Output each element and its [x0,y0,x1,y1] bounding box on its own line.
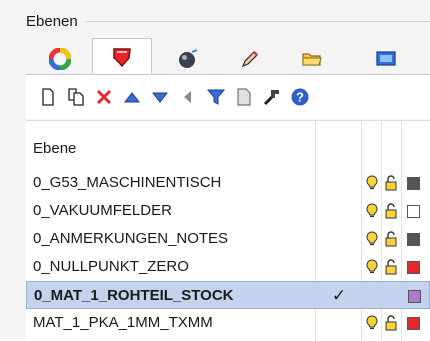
pencil-icon [241,51,258,68]
back-icon [184,91,191,103]
layer-name: 0_NULLPUNKT_ZERO [33,258,189,275]
visibility-toggle[interactable] [362,169,382,197]
filter-button[interactable] [202,83,230,111]
lightbulb-icon [366,203,378,218]
layer-color-cell[interactable] [402,197,424,225]
layer-color-cell[interactable] [402,253,424,281]
layer-row[interactable]: 0_ANMERKUNGEN_NOTES [26,225,430,253]
tab-sketch[interactable] [220,44,280,74]
delete-icon [96,89,112,105]
checkmark-icon: ✓ [331,286,347,305]
back-button[interactable] [174,83,202,111]
display-icon [376,51,396,66]
unlocked-icon [385,231,397,247]
move-down-icon [151,92,169,103]
group-line [85,20,430,22]
unlocked-icon [385,175,397,191]
move-down-button[interactable] [146,83,174,111]
move-up-button[interactable] [118,83,146,111]
material-sphere-icon [179,49,198,68]
tab-layers[interactable] [92,38,152,74]
current-layer-check[interactable]: ✓ [317,282,361,310]
layer-color-cell[interactable] [402,225,424,253]
move-up-icon [123,92,141,103]
lock-toggle[interactable] [382,197,402,225]
lock-toggle[interactable] [382,169,402,197]
color-wheel-icon [49,48,71,70]
layer-row[interactable]: MAT_1_PKA_1MM_TXMM [26,309,430,337]
help-button[interactable]: ? [286,83,314,111]
layer-color-cell[interactable] [402,309,424,337]
layer-toolbar: ? [26,75,430,119]
properties-icon [237,88,251,106]
color-swatch [406,176,420,190]
layer-row[interactable]: 0_G53_MASCHINENTISCH [26,169,430,197]
lock-toggle[interactable] [382,309,402,337]
tab-materials[interactable] [158,44,218,74]
lightbulb-icon [366,175,378,190]
tools-icon [263,90,279,106]
tab-files[interactable] [282,44,342,74]
visibility-toggle[interactable] [362,253,382,281]
copy-layer-icon [68,88,84,106]
panel-title: Ebenen [26,12,86,30]
column-header-label: Ebene [33,139,77,157]
lightbulb-icon [366,231,378,246]
lightbulb-icon [366,259,378,274]
layer-name: MAT_1_PKA_1MM_TXMM [33,314,213,331]
new-layer-icon [42,88,54,106]
color-swatch [406,204,420,218]
visibility-toggle[interactable] [362,197,382,225]
layer-row[interactable]: 0_MAT_1_ROHTEIL_STOCK ✓ [26,281,430,309]
delete-layer-button[interactable] [90,83,118,111]
folder-icon [302,53,322,66]
filter-icon [206,89,226,105]
layer-name: 0_ANMERKUNGEN_NOTES [33,230,229,247]
tab-display[interactable] [356,44,416,74]
unlocked-icon [385,203,397,219]
tab-colors[interactable] [30,44,90,74]
layer-name: 0_MAT_1_ROHTEIL_STOCK [34,287,234,304]
color-swatch [407,289,421,303]
visibility-toggle[interactable] [362,225,382,253]
layer-list: Ebene 0_G53_MASCHINENTISCH 0_VAKUUMFELDER… [26,120,430,341]
layer-color-cell[interactable] [402,169,424,197]
color-swatch [406,232,420,246]
color-swatch [406,260,420,274]
panel-group-title: Ebenen [26,10,430,32]
visibility-toggle[interactable] [362,309,382,337]
layer-shield-icon [113,48,131,67]
properties-button[interactable] [230,83,258,111]
lightbulb-icon [366,315,378,330]
unlocked-icon [385,315,397,331]
layer-color-cell[interactable] [403,282,425,310]
layer-row[interactable]: 0_VAKUUMFELDER [26,197,430,225]
layer-name: 0_G53_MASCHINENTISCH [33,174,222,191]
svg-text:?: ? [296,90,304,105]
tools-button[interactable] [258,83,286,111]
layer-name: 0_VAKUUMFELDER [33,202,172,219]
layer-row[interactable]: 0_NULLPUNKT_ZERO [26,253,430,281]
lock-toggle[interactable] [382,225,402,253]
layers-panel: Ebenen ? Ebene 0_G53_MASCHINENTISCH 0_VA… [0,0,430,341]
new-layer-button[interactable] [34,83,62,111]
color-swatch [406,316,420,330]
copy-layer-button[interactable] [62,83,90,111]
layer-column-header[interactable]: Ebene [26,131,430,165]
help-icon: ? [291,88,309,106]
unlocked-icon [385,259,397,275]
tab-bar [26,38,430,75]
lock-toggle[interactable] [382,253,402,281]
